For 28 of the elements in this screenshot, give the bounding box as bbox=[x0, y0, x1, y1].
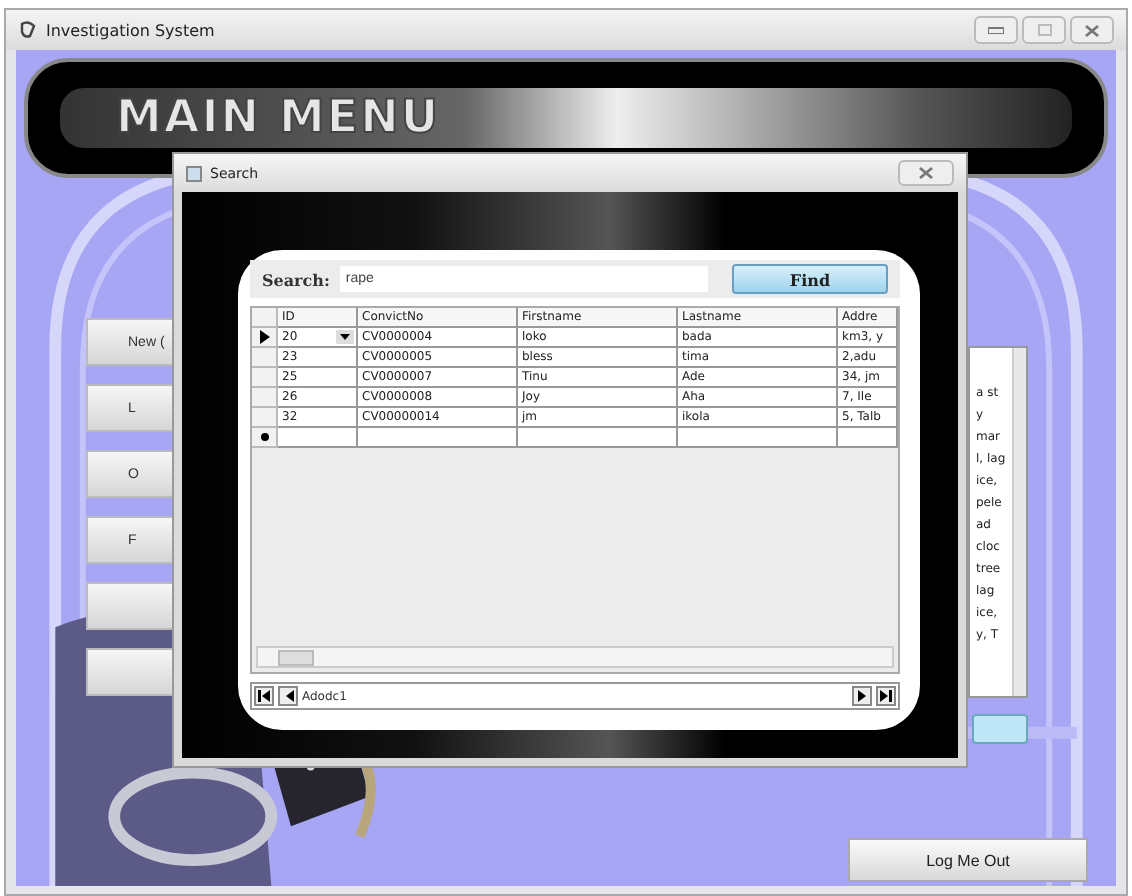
dropdown-icon[interactable] bbox=[336, 330, 354, 344]
minimize-icon bbox=[988, 26, 1004, 34]
search-label: Search: bbox=[262, 269, 330, 289]
first-record-button[interactable] bbox=[254, 686, 274, 706]
first-icon bbox=[258, 690, 270, 702]
window-title: Investigation System bbox=[46, 21, 215, 39]
next-record-button[interactable] bbox=[852, 686, 872, 706]
close-icon bbox=[918, 166, 934, 180]
horizontal-scrollbar[interactable] bbox=[256, 646, 894, 668]
close-button[interactable] bbox=[1070, 16, 1114, 44]
close-button[interactable] bbox=[898, 160, 954, 186]
current-row-icon bbox=[259, 330, 269, 344]
minimize-button[interactable] bbox=[974, 16, 1018, 44]
maximize-icon bbox=[1037, 24, 1051, 36]
side-button[interactable] bbox=[972, 714, 1028, 744]
last-record-button[interactable] bbox=[876, 686, 896, 706]
log-out-button[interactable]: Log Me Out bbox=[848, 838, 1088, 882]
row-header[interactable] bbox=[252, 328, 278, 348]
previous-record-button[interactable] bbox=[278, 686, 298, 706]
app-icon bbox=[186, 165, 202, 181]
new-row-icon bbox=[259, 432, 269, 442]
find-button[interactable]: Find bbox=[732, 264, 888, 294]
new-row-header[interactable] bbox=[252, 428, 278, 448]
next-icon bbox=[857, 690, 867, 702]
app-icon bbox=[18, 20, 38, 40]
close-icon bbox=[1084, 23, 1100, 37]
previous-icon bbox=[283, 690, 293, 702]
last-icon bbox=[880, 690, 892, 702]
